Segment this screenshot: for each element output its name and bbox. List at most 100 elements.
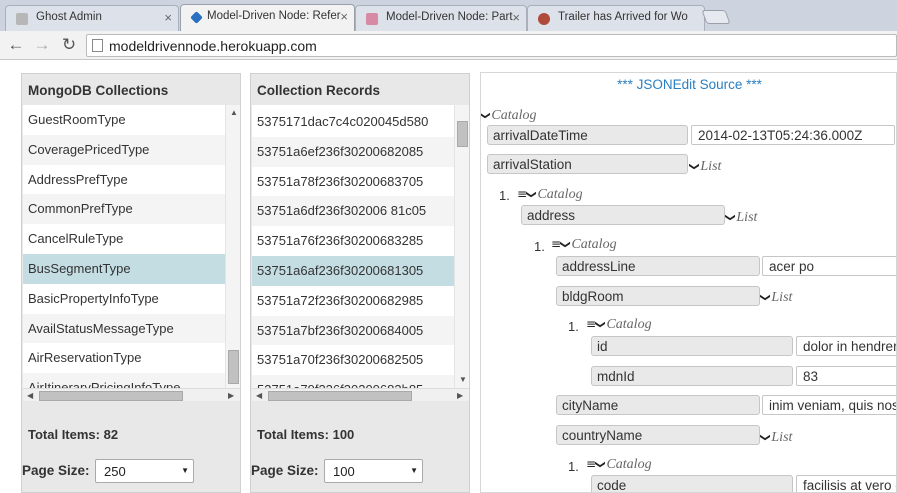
record-list-item[interactable]: 53751a70f236f30200682505: [252, 345, 454, 375]
catalog-label: Catalog: [606, 457, 652, 472]
catalog-label: Catalog: [571, 237, 617, 252]
diamond-favicon-icon: [190, 11, 203, 24]
collections-vertical-scrollbar[interactable]: ▲: [225, 105, 240, 388]
collection-list-item[interactable]: CancelRuleType: [23, 224, 225, 254]
record-list-item[interactable]: 53751a6ef236f30200682085: [252, 136, 454, 167]
scroll-left-icon[interactable]: ◀: [256, 391, 262, 400]
catalog-label: Catalog: [537, 187, 583, 202]
records-horizontal-scrollbar[interactable]: ◀ ▶: [252, 388, 469, 401]
record-list-item[interactable]: 53751a6af236f30200681305: [252, 255, 454, 286]
record-list-item[interactable]: 53751a7bf236f30200684005: [252, 315, 454, 346]
character-favicon-icon: [538, 13, 550, 25]
tab-model-driven-refer[interactable]: Model-Driven Node: Refer ×: [180, 4, 355, 32]
field-key-cityName[interactable]: cityName: [556, 395, 760, 415]
field-key-code[interactable]: code: [591, 475, 793, 492]
page-size-value: 100: [333, 464, 355, 479]
field-value-cityName[interactable]: inim veniam, quis nostr: [762, 395, 896, 415]
list-toggle[interactable]: ❯List: [724, 210, 758, 226]
collection-list-item[interactable]: AvailStatusMessageType: [23, 313, 225, 344]
field-key-countryName[interactable]: countryName: [556, 425, 760, 445]
catalog-toggle[interactable]: ≡❯Catalog: [586, 457, 652, 473]
field-value-id[interactable]: dolor in hendrerit: [796, 336, 896, 356]
scroll-down-icon[interactable]: ▼: [459, 375, 467, 384]
record-list-item[interactable]: 53751a6df236f302006 81c05: [252, 196, 454, 227]
collections-panel: MongoDB Collections GuestRoomType Coverag…: [21, 73, 241, 493]
chevron-down-icon: ❯: [594, 460, 606, 469]
close-tab-icon[interactable]: ×: [340, 9, 348, 24]
scroll-right-icon[interactable]: ▶: [457, 391, 463, 400]
records-vertical-scrollbar[interactable]: ▼: [454, 105, 469, 388]
tab-label: Model-Driven Node: Refer: [207, 10, 341, 22]
chevron-down-icon: ❯: [724, 213, 736, 222]
list-label: List: [736, 210, 758, 225]
collections-header: MongoDB Collections: [28, 83, 169, 98]
record-list-item[interactable]: 5375171dac7c4c020045d580: [252, 107, 454, 137]
address-bar[interactable]: modeldrivennode.herokuapp.com: [86, 34, 897, 57]
collection-list-item[interactable]: CommonPrefType: [23, 194, 225, 225]
reload-icon[interactable]: ↻: [58, 34, 80, 56]
scroll-left-icon[interactable]: ◀: [27, 391, 33, 400]
tab-trailer[interactable]: Trailer has Arrived for Wo: [527, 5, 705, 31]
scroll-right-icon[interactable]: ▶: [228, 391, 234, 400]
scrollbar-thumb[interactable]: [228, 350, 239, 384]
field-value-addressLine[interactable]: acer po: [762, 256, 896, 276]
tab-label: Trailer has Arrived for Wo: [558, 11, 688, 23]
field-key-mdnId[interactable]: mdnId: [591, 366, 793, 386]
tab-ghost-admin[interactable]: Ghost Admin ×: [5, 5, 179, 31]
chevron-down-icon: ❯: [759, 433, 771, 442]
field-key-id[interactable]: id: [591, 336, 793, 356]
collection-list-item[interactable]: BasicPropertyInfoType: [23, 284, 225, 314]
field-key-arrivalStation[interactable]: arrivalStation: [487, 154, 688, 174]
collections-horizontal-scrollbar[interactable]: ◀ ▶: [23, 388, 240, 401]
record-list-item[interactable]: 53751a78f236f30200683705: [252, 167, 454, 197]
field-value-arrivalDateTime[interactable]: 2014-02-13T05:24:36.000Z: [691, 125, 895, 145]
collection-list-item[interactable]: AddressPrefType: [23, 165, 225, 195]
collections-page-size-select[interactable]: 250 ▼: [95, 459, 194, 483]
chevron-down-icon: ❯: [559, 240, 571, 249]
field-key-address[interactable]: address: [521, 205, 725, 225]
field-key-addressLine[interactable]: addressLine: [556, 256, 760, 276]
tab-label: Ghost Admin: [36, 11, 102, 23]
tab-label: Model-Driven Node: Part: [386, 11, 513, 23]
close-tab-icon[interactable]: ×: [512, 10, 520, 25]
list-label: List: [771, 290, 793, 305]
records-listbox: 5375171dac7c4c020045d580 53751a6ef236f302…: [252, 105, 469, 401]
record-list-item[interactable]: 53751a76f236f30200683285: [252, 226, 454, 256]
records-page-size-select[interactable]: 100 ▼: [324, 459, 423, 483]
chevron-down-icon: ❯: [688, 162, 700, 171]
list-toggle[interactable]: ❯List: [760, 290, 793, 306]
scrollbar-thumb[interactable]: [39, 391, 183, 401]
field-value-code[interactable]: facilisis at vero e: [796, 475, 896, 492]
dropdown-arrow-icon: ▼: [181, 466, 189, 475]
catalog-toggle[interactable]: ≡❯Catalog: [551, 237, 617, 253]
chevron-down-icon: ❯: [594, 320, 606, 329]
field-value-mdnId[interactable]: 83: [796, 366, 896, 386]
scrollbar-thumb[interactable]: [268, 391, 412, 401]
tab-model-driven-part[interactable]: Model-Driven Node: Part ×: [355, 5, 527, 31]
catalog-toggle[interactable]: ≡❯Catalog: [517, 187, 583, 203]
back-arrow-icon[interactable]: ←: [5, 34, 27, 56]
item-number: 1.: [568, 319, 579, 334]
browser-toolbar: ← → ↻ modeldrivennode.herokuapp.com: [0, 31, 897, 60]
collection-list-item[interactable]: GuestRoomType: [23, 105, 225, 135]
scroll-up-icon[interactable]: ▲: [230, 108, 238, 117]
field-key-bldgRoom[interactable]: bldgRoom: [556, 286, 760, 306]
scrollbar-thumb[interactable]: [457, 121, 468, 147]
catalog-label: Catalog: [491, 108, 537, 123]
collection-list-item[interactable]: BusSegmentType: [23, 253, 225, 284]
field-key-arrivalDateTime[interactable]: arrivalDateTime: [487, 125, 688, 145]
catalog-toggle[interactable]: ❯Catalog: [481, 108, 537, 124]
json-editor-panel: *** JSONEdit Source *** ❯Catalog arrival…: [480, 72, 897, 493]
new-tab-button[interactable]: [701, 10, 731, 24]
collection-list-item[interactable]: AirReservationType: [23, 343, 225, 373]
ghost-favicon-icon: [16, 13, 28, 25]
collections-total: Total Items: 82: [28, 427, 119, 442]
collection-list-item[interactable]: CoveragePricedType: [23, 134, 225, 165]
list-toggle[interactable]: ❯List: [688, 159, 722, 175]
catalog-toggle[interactable]: ≡❯Catalog: [586, 317, 652, 333]
list-toggle[interactable]: ❯List: [759, 430, 793, 446]
close-tab-icon[interactable]: ×: [164, 10, 172, 25]
record-list-item[interactable]: 53751a72f236f30200682985: [252, 286, 454, 316]
editor-title: *** JSONEdit Source ***: [617, 77, 762, 92]
forward-arrow-icon[interactable]: →: [31, 34, 53, 56]
